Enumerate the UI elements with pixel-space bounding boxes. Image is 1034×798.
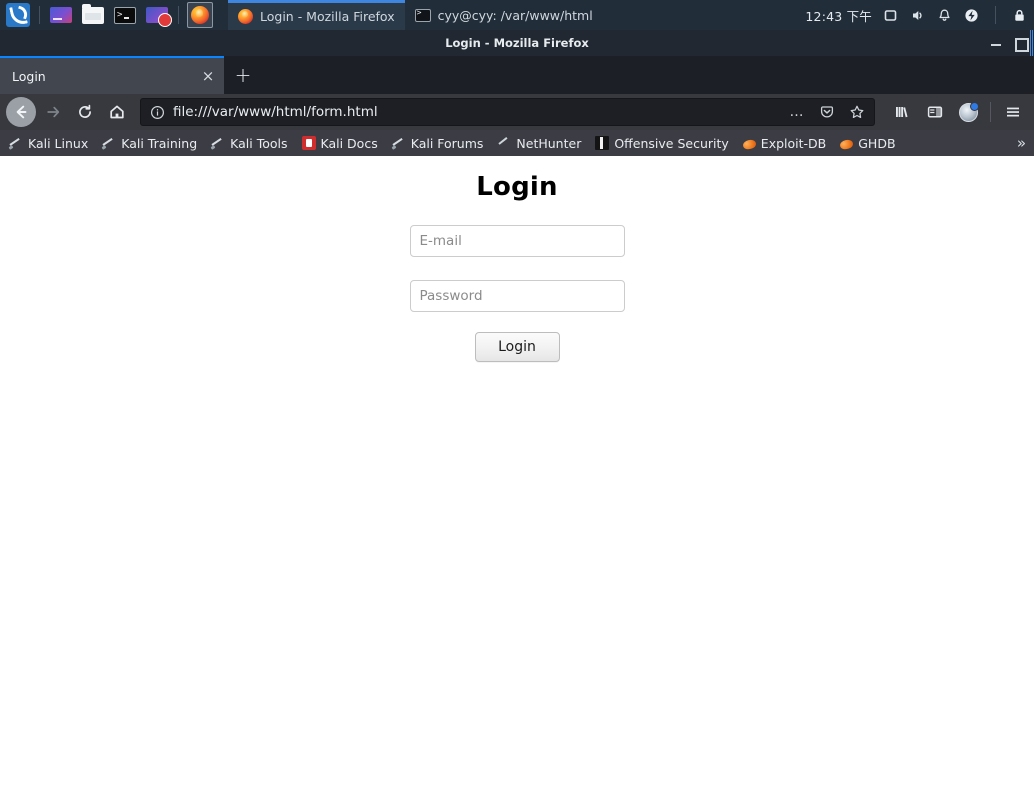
navigation-toolbar: file:///var/www/html/form.html … (0, 94, 1034, 130)
kali-menu-icon[interactable] (5, 2, 31, 28)
kali-favicon (102, 136, 116, 150)
window-title: Login - Mozilla Firefox (445, 36, 589, 50)
avatar (958, 101, 979, 122)
info-circle-icon[interactable] (150, 105, 165, 120)
forward-arrow-icon[interactable] (38, 97, 68, 127)
kali-docs-favicon (301, 136, 316, 150)
pocket-icon[interactable] (816, 101, 838, 123)
password-field[interactable] (409, 280, 625, 312)
bookmark-label: Kali Linux (28, 135, 89, 151)
new-tab-button[interactable]: + (226, 58, 260, 92)
bookmark-kali-linux[interactable]: Kali Linux (2, 132, 95, 154)
kali-favicon (9, 136, 23, 150)
tab-strip: Login × + (0, 56, 1034, 94)
terminal-icon (414, 8, 431, 22)
sidebar-icon[interactable] (920, 97, 950, 127)
system-taskbar: Login - Mozilla Firefox cyy@cyy: /var/ww… (0, 0, 1034, 30)
notification-bell-icon[interactable] (936, 7, 953, 24)
window-titlebar: Login - Mozilla Firefox (0, 30, 1034, 56)
bookmark-label: GHDB (858, 135, 896, 151)
taskbar-window-list: Login - Mozilla Firefox cyy@cyy: /var/ww… (228, 0, 805, 30)
account-avatar-icon[interactable] (953, 97, 983, 127)
window-controls (990, 30, 1029, 56)
system-tray: 12:43 下午 (805, 6, 1034, 25)
bookmark-exploit-db[interactable]: Exploit-DB (736, 132, 833, 154)
app-tile-1-icon[interactable] (48, 2, 74, 28)
toolbar-end-buttons (887, 97, 1028, 127)
taskbar-window-title: Login - Mozilla Firefox (260, 9, 395, 24)
clock[interactable]: 12:43 下午 (805, 6, 872, 25)
taskbar-window-title: cyy@cyy: /var/www/html (437, 7, 593, 23)
url-text[interactable]: file:///var/www/html/form.html (173, 104, 778, 120)
close-icon[interactable]: × (198, 66, 218, 86)
taskbar-window-firefox[interactable]: Login - Mozilla Firefox (228, 0, 405, 30)
taskbar-divider (178, 6, 179, 24)
bookmark-label: NetHunter (516, 135, 582, 151)
bookmarks-overflow-icon[interactable]: » (1011, 134, 1032, 152)
bookmark-kali-docs[interactable]: Kali Docs (295, 132, 385, 154)
firefox-window: Login - Mozilla Firefox Login × + file:/… (0, 30, 1034, 798)
offensive-security-favicon (595, 136, 610, 150)
bookmark-label: Kali Training (121, 135, 198, 151)
toolbar-divider (990, 102, 991, 122)
bookmark-label: Exploit-DB (760, 135, 827, 151)
nethunter-favicon (497, 136, 511, 150)
window-edge-decoration (1030, 30, 1034, 56)
exploit-db-favicon (742, 138, 757, 151)
bookmarks-toolbar: Kali Linux Kali Training Kali Tools Kali… (0, 130, 1034, 156)
firefox-launcher-icon[interactable] (187, 2, 213, 28)
burp-suite-icon[interactable] (144, 2, 172, 28)
bookmark-kali-tools[interactable]: Kali Tools (204, 132, 294, 154)
home-icon[interactable] (102, 97, 132, 127)
kali-favicon (211, 136, 225, 150)
bookmark-kali-forums[interactable]: Kali Forums (385, 132, 491, 154)
bookmark-ghdb[interactable]: GHDB (833, 132, 902, 154)
tab-login[interactable]: Login × (0, 56, 224, 94)
terminal-icon[interactable] (112, 2, 138, 28)
bookmark-label: Offensive Security (614, 135, 729, 151)
bookmark-label: Kali Docs (320, 135, 378, 151)
bookmark-label: Kali Forums (410, 135, 484, 151)
bookmark-offensive-security[interactable]: Offensive Security (588, 132, 735, 154)
url-bar[interactable]: file:///var/www/html/form.html … (140, 98, 875, 126)
bookmark-nethunter[interactable]: NetHunter (490, 132, 588, 154)
tab-label: Login (12, 68, 46, 84)
display-icon[interactable] (882, 7, 899, 24)
page-title: Login (476, 172, 558, 202)
firefox-icon (238, 9, 253, 24)
email-field[interactable] (409, 225, 625, 257)
power-icon[interactable] (963, 7, 980, 24)
ghdb-favicon (839, 138, 855, 151)
lock-icon[interactable] (1011, 7, 1028, 24)
menu-hamburger-icon[interactable] (998, 97, 1028, 127)
kali-favicon (392, 136, 406, 150)
library-icon[interactable] (887, 97, 917, 127)
page-actions-icon[interactable]: … (786, 101, 808, 123)
bookmark-label: Kali Tools (230, 135, 288, 151)
tray-divider (995, 6, 996, 24)
bookmark-kali-training[interactable]: Kali Training (95, 132, 204, 154)
taskbar-launchers (0, 0, 216, 30)
file-manager-icon[interactable] (80, 2, 106, 28)
reload-icon[interactable] (70, 97, 100, 127)
taskbar-window-terminal[interactable]: cyy@cyy: /var/www/html (405, 0, 603, 30)
maximize-button[interactable] (1014, 37, 1029, 52)
login-form: Login Login (0, 156, 1034, 362)
login-submit-button[interactable]: Login (474, 332, 560, 362)
taskbar-divider (39, 6, 40, 24)
volume-icon[interactable] (909, 7, 926, 24)
minimize-button[interactable] (990, 37, 1002, 49)
star-icon[interactable] (846, 101, 868, 123)
back-arrow-icon[interactable] (6, 97, 36, 127)
page-content: Login Login (0, 156, 1034, 798)
